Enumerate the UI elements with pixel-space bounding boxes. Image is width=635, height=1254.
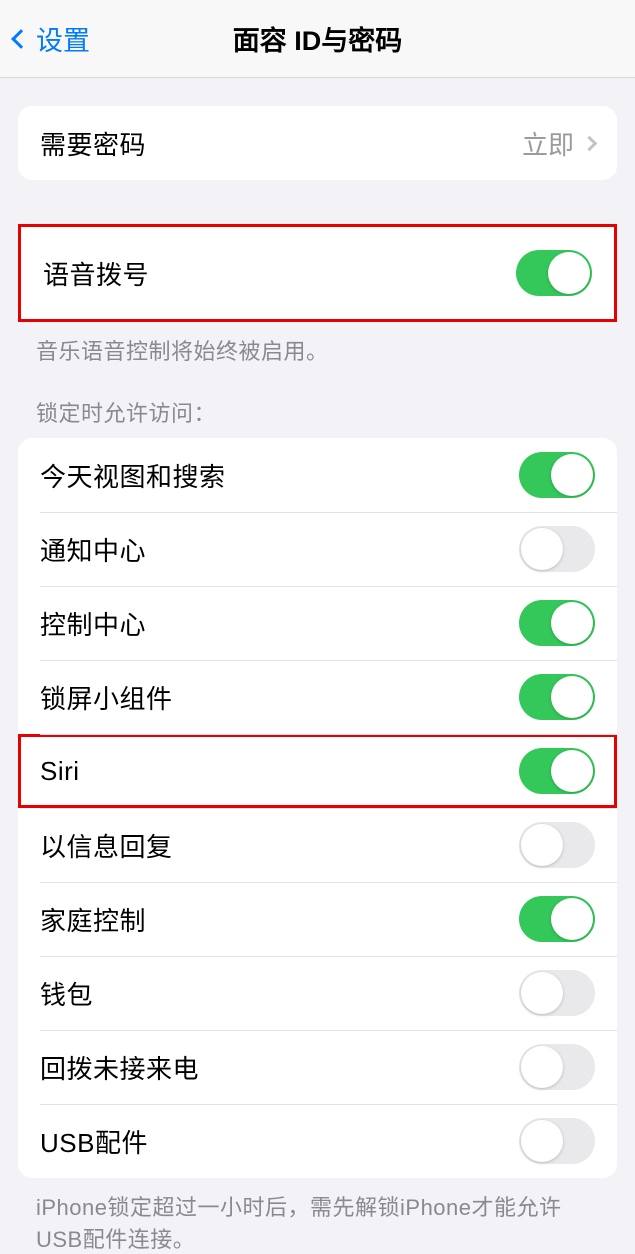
passcode-group: 需要密码 立即 [18,106,617,180]
locked-access-row: 钱包 [18,956,617,1030]
require-passcode-label: 需要密码 [40,125,146,162]
locked-access-label: 今天视图和搜索 [40,457,226,494]
locked-access-toggle[interactable] [519,600,595,646]
voice-dial-footnote: 音乐语音控制将始终被启用。 [36,334,599,366]
locked-access-row: 家庭控制 [18,882,617,956]
locked-access-group: 今天视图和搜索通知中心控制中心锁屏小组件 Siri 以信息回复家庭控制钱包回拨未接来… [18,438,617,1178]
locked-access-toggle[interactable] [519,1118,595,1164]
locked-access-toggle[interactable] [519,674,595,720]
cell-right: 立即 [522,125,595,162]
locked-access-row: Siri [18,734,617,808]
locked-access-label: USB配件 [40,1123,148,1160]
locked-access-label: 通知中心 [40,531,146,568]
page-title: 面容 ID与密码 [0,19,635,58]
locked-access-row: 今天视图和搜索 [18,438,617,512]
locked-access-label: 以信息回复 [40,827,173,864]
chevron-right-icon [582,135,598,151]
require-passcode-value: 立即 [522,125,574,162]
locked-access-label: 回拨未接来电 [40,1049,199,1086]
locked-access-toggle[interactable] [519,822,595,868]
locked-access-label: 钱包 [40,975,93,1012]
content: 需要密码 立即 语音拨号 音乐语音控制将始终被启用。 锁定时允许访问： 今天视图… [0,106,635,1254]
voice-dial-label: 语音拨号 [43,255,149,292]
locked-access-label: 控制中心 [40,605,146,642]
chevron-left-icon [11,29,31,49]
locked-access-toggle[interactable] [519,748,595,794]
locked-access-header: 锁定时允许访问： [36,396,599,428]
locked-access-label: 锁屏小组件 [40,679,173,716]
locked-access-row: 通知中心 [18,512,617,586]
locked-access-label: Siri [40,756,80,787]
back-button[interactable]: 设置 [14,19,90,58]
locked-access-row: 以信息回复 [18,808,617,882]
back-label: 设置 [36,19,90,58]
locked-access-row: 回拨未接来电 [18,1030,617,1104]
voice-dial-group: 语音拨号 [18,224,617,322]
locked-access-row: 锁屏小组件 [18,660,617,734]
locked-access-toggle[interactable] [519,896,595,942]
locked-access-row: 控制中心 [18,586,617,660]
locked-access-toggle[interactable] [519,1044,595,1090]
locked-access-row: USB配件 [18,1104,617,1178]
locked-access-label: 家庭控制 [40,901,146,938]
locked-access-toggle[interactable] [519,452,595,498]
require-passcode-row[interactable]: 需要密码 立即 [18,106,617,180]
locked-access-footnote: iPhone锁定超过一小时后，需先解锁iPhone才能允许USB配件连接。 [36,1190,599,1254]
voice-dial-toggle[interactable] [516,250,592,296]
navbar: 设置 面容 ID与密码 [0,0,635,78]
locked-access-toggle[interactable] [519,526,595,572]
voice-dial-row: 语音拨号 [21,227,614,319]
locked-access-toggle[interactable] [519,970,595,1016]
